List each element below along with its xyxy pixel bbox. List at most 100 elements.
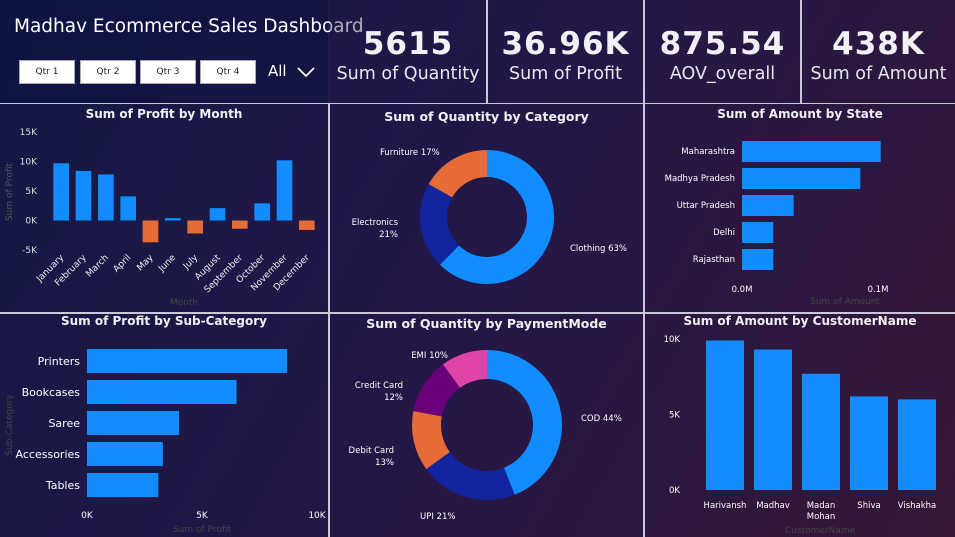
y-axis-label: Sub-Category — [5, 394, 15, 456]
bar — [742, 249, 774, 270]
amount-by-customer-chart: 10K 5K 0K Harivansh Madhav MadanMohan Shiva Vis… — [664, 335, 937, 536]
quarter-button-4[interactable]: Qtr 4 — [200, 60, 256, 84]
y-tick-label: -5K — [22, 246, 38, 256]
quantity-by-paymentmode-chart: COD 44% UPI 21% Debit Card 13% Credit Card 12… — [349, 350, 622, 522]
y-tick-label: 0K — [669, 486, 680, 496]
kpi-value: 875.54 — [659, 26, 786, 62]
quarter-dropdown[interactable]: All — [268, 62, 316, 80]
kpi-amount: 438K Sum of Amount — [802, 26, 955, 84]
x-tick-label: Madhav — [756, 501, 790, 511]
kpi-value: 438K — [832, 26, 925, 62]
data-label: EMI 10% — [411, 351, 448, 361]
bar — [850, 396, 888, 490]
data-label: Electronics — [352, 218, 399, 228]
x-tick-label: Shiva — [857, 501, 880, 511]
x-tick-label: Mohan — [807, 512, 836, 522]
x-tick-label: July — [181, 253, 201, 273]
bar — [87, 380, 237, 404]
data-label: Credit Card — [355, 381, 403, 391]
y-tick-label: 10K — [20, 158, 38, 168]
amount-by-state-chart: Maharashtra Madhya Pradesh Uttar Pradesh De… — [665, 141, 889, 307]
bar — [742, 222, 774, 243]
quantity-by-category-chart: Clothing 63% Electronics 21% Furniture 17% — [352, 148, 627, 284]
bar — [254, 203, 270, 221]
x-tick-label: 10K — [308, 511, 326, 521]
dropdown-value: All — [268, 62, 287, 80]
x-tick-label: March — [84, 253, 110, 279]
bar — [276, 160, 293, 221]
bar — [187, 220, 203, 234]
kpi-aov: 875.54 AOV_overall — [645, 26, 800, 84]
bar — [742, 141, 881, 162]
x-tick-label: Vishakha — [898, 501, 937, 511]
x-tick-label: Harivansh — [704, 501, 747, 511]
x-axis-label: Sum of Profit — [173, 525, 232, 535]
x-tick-label: Madan — [807, 501, 836, 511]
bar — [165, 218, 181, 221]
bar — [209, 208, 226, 221]
profit-by-subcategory-chart: Printers Bookcases Saree Accessories Tables 0… — [5, 349, 327, 535]
data-label: UPI 21% — [420, 512, 455, 522]
y-tick-label: Uttar Pradesh — [677, 201, 735, 211]
data-label: Debit Card — [349, 446, 394, 456]
chart-title: Sum of Profit by Sub-Category — [61, 314, 267, 328]
quarter-button-1[interactable]: Qtr 1 — [19, 60, 75, 84]
kpi-label: Sum of Profit — [509, 64, 622, 84]
bar — [87, 349, 288, 373]
x-axis-label: Sum of Amount — [810, 297, 880, 307]
bar — [53, 163, 69, 221]
y-tick-label: Maharashtra — [681, 147, 735, 157]
x-axis-label: CustomerName — [785, 526, 856, 536]
x-axis-label: Month — [170, 298, 198, 308]
kpi-value: 36.96K — [501, 26, 630, 62]
x-tick-label: 0.0M — [732, 285, 753, 295]
chart-title: Sum of Quantity by PaymentMode — [366, 316, 607, 331]
bar — [87, 442, 163, 466]
y-tick-label: Accessories — [16, 448, 81, 461]
bar — [299, 220, 315, 230]
chart-title: Sum of Amount by CustomerName — [683, 314, 917, 328]
bar — [754, 349, 792, 490]
bar — [706, 340, 744, 490]
divider — [0, 103, 955, 104]
x-tick-label: 0.1M — [868, 285, 889, 295]
quarter-button-3[interactable]: Qtr 3 — [140, 60, 196, 84]
kpi-value: 5615 — [362, 26, 454, 62]
y-tick-label: Bookcases — [22, 386, 81, 399]
kpi-profit: 36.96K Sum of Profit — [488, 26, 643, 84]
bar — [802, 373, 840, 490]
y-tick-label: 5K — [669, 411, 680, 421]
chart-title: Sum of Profit by Month — [85, 107, 243, 121]
y-tick-label: Rajasthan — [693, 255, 735, 265]
bar — [120, 196, 136, 221]
data-label: Furniture 17% — [380, 148, 440, 158]
data-label: 13% — [375, 458, 394, 468]
x-tick-label: April — [112, 253, 134, 275]
y-tick-label: Madhya Pradesh — [665, 174, 735, 184]
data-label: Clothing 63% — [570, 244, 627, 254]
bar — [98, 174, 114, 221]
profit-by-month-chart: 15K10K5K0K-5KSum of ProfitJanuaryFebruar… — [5, 128, 315, 308]
y-tick-label: 0K — [25, 217, 38, 227]
quarter-button-2[interactable]: Qtr 2 — [80, 60, 136, 84]
kpi-label: AOV_overall — [669, 64, 776, 84]
kpi-label: Sum of Quantity — [336, 64, 480, 84]
y-tick-label: Printers — [38, 355, 81, 368]
y-tick-label: Saree — [48, 417, 80, 430]
x-tick-label: 5K — [196, 511, 209, 521]
chart-title: Sum of Amount by State — [717, 107, 883, 121]
chart-title: Sum of Quantity by Category — [384, 109, 589, 124]
data-label: 21% — [379, 230, 398, 240]
kpi-quantity: 5615 Sum of Quantity — [330, 26, 486, 84]
bar — [898, 399, 936, 490]
y-tick-label: Delhi — [713, 228, 735, 238]
x-tick-label: May — [135, 253, 156, 274]
bar — [742, 195, 794, 216]
data-label: COD 44% — [581, 414, 622, 424]
x-tick-label: 0K — [81, 511, 94, 521]
y-tick-label: 10K — [664, 335, 681, 345]
bar — [87, 411, 179, 435]
bar — [142, 220, 159, 243]
y-tick-label: Tables — [45, 479, 80, 492]
y-tick-label: 15K — [20, 128, 38, 138]
